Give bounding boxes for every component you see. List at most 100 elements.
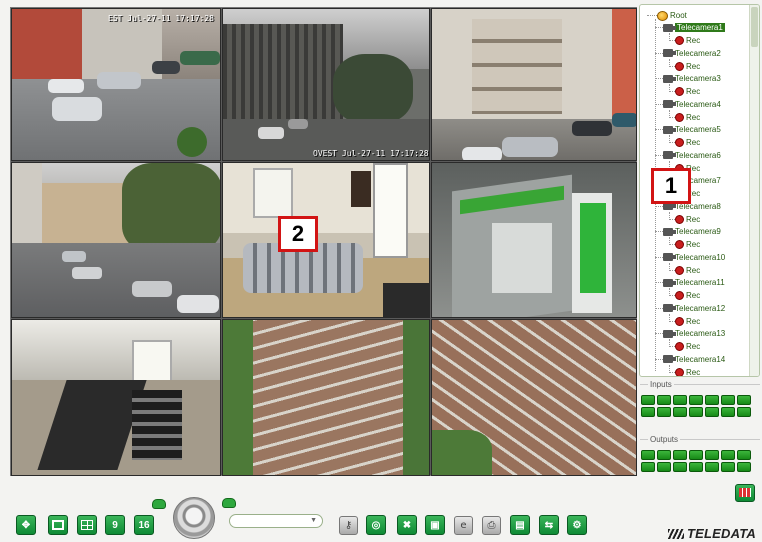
record-icon [675, 240, 684, 249]
input-led-4[interactable] [689, 395, 703, 405]
tree-scrollbar-thumb[interactable] [751, 7, 758, 47]
tree-rec-label: Rec [686, 112, 701, 122]
tree-rec-label: Rec [686, 61, 701, 71]
camera-view-7[interactable] [11, 319, 221, 476]
record-icon [675, 316, 684, 326]
input-led-7[interactable] [737, 395, 751, 405]
single-view-icon [52, 520, 64, 530]
browser-icon: e [460, 520, 467, 531]
tree-camera-5[interactable]: Telecamera5 [663, 124, 721, 135]
output-led-3[interactable] [673, 450, 687, 460]
tree-root[interactable]: Root [657, 10, 687, 21]
output-led-8[interactable] [641, 462, 655, 472]
tree-rec-label: Rec [686, 367, 701, 377]
camera-select[interactable]: ▼ [229, 514, 323, 528]
tree-camera-14[interactable]: Telecamera14 [663, 354, 725, 365]
tree-camera-13[interactable]: Telecamera13 [663, 328, 725, 339]
tree-rec-14[interactable]: Rec [675, 367, 701, 377]
tree-rec-3[interactable]: Rec [675, 86, 700, 97]
output-led-14[interactable] [737, 462, 751, 472]
alarm-panel-button[interactable] [735, 484, 755, 502]
nine-view-button[interactable]: 9 [105, 515, 125, 535]
output-led-12[interactable] [705, 462, 719, 472]
sixteen-view-button[interactable]: 16 [134, 515, 154, 535]
camera-select-indicator-icon[interactable] [222, 498, 236, 508]
camera-view-6[interactable] [431, 162, 637, 318]
switch-button[interactable]: ⇆ [539, 515, 559, 535]
output-led-6[interactable] [721, 450, 735, 460]
input-led-6[interactable] [721, 395, 735, 405]
input-led-12[interactable] [705, 407, 719, 417]
output-led-10[interactable] [673, 462, 687, 472]
snapshot-icon: ▣ [430, 519, 440, 531]
record-indicator-icon[interactable] [152, 499, 166, 509]
tree-camera-label: Telecamera10 [675, 252, 726, 262]
output-led-11[interactable] [689, 462, 703, 472]
tree-rec-10[interactable]: Rec [675, 265, 700, 276]
input-led-1[interactable] [641, 395, 655, 405]
input-led-13[interactable] [721, 407, 735, 417]
camera-icon [663, 304, 676, 312]
tree-camera-label: Telecamera3 [675, 74, 721, 83]
tree-scrollbar[interactable] [749, 5, 759, 376]
tree-rec-11[interactable]: Rec [675, 290, 700, 301]
tree-camera-label: Telecamera1 [675, 23, 725, 32]
camera-view-1[interactable]: EST Jul-27-11 17:17:28 [11, 8, 221, 161]
input-led-11[interactable] [689, 407, 703, 417]
input-led-9[interactable] [657, 407, 671, 417]
single-view-button[interactable] [48, 515, 68, 535]
tree-camera-3[interactable]: Telecamera3 [663, 73, 721, 84]
tree-camera-11[interactable]: Telecamera11 [663, 277, 725, 288]
camera-view-8[interactable] [222, 319, 430, 476]
input-led-8[interactable] [641, 407, 655, 417]
snapshot-button[interactable]: ▣ [425, 515, 445, 535]
input-led-3[interactable] [673, 395, 687, 405]
camera-icon [663, 329, 676, 338]
camera-view-5[interactable] [222, 162, 430, 318]
input-led-10[interactable] [673, 407, 687, 417]
tree-rec-13[interactable]: Rec [675, 341, 700, 352]
tree-camera-2[interactable]: Telecamera2 [663, 48, 721, 59]
output-led-7[interactable] [737, 450, 751, 460]
playback-button[interactable]: ▤ [510, 515, 530, 535]
output-led-13[interactable] [721, 462, 735, 472]
camera-view-9[interactable] [431, 319, 637, 476]
camera-icon [663, 151, 676, 159]
tree-rec-2[interactable]: Rec [675, 61, 700, 72]
tree-camera-10[interactable]: Telecamera10 [663, 252, 725, 263]
fullscreen-button[interactable]: ✥ [16, 515, 36, 535]
tree-rec-1[interactable]: Rec [675, 35, 700, 46]
tree-rec-9[interactable]: Rec [675, 239, 700, 250]
tree-camera-9[interactable]: Telecamera9 [663, 226, 721, 237]
tree-rec-label: Rec [686, 265, 701, 275]
input-led-14[interactable] [737, 407, 751, 417]
tree-camera-1[interactable]: Telecamera1 [663, 22, 725, 33]
output-led-9[interactable] [657, 462, 671, 472]
output-led-5[interactable] [705, 450, 719, 460]
tree-root-label: Root [670, 11, 687, 20]
input-led-2[interactable] [657, 395, 671, 405]
camera-view-4[interactable] [11, 162, 221, 318]
output-led-1[interactable] [641, 450, 655, 460]
callout-1: 1 [651, 168, 691, 204]
ptz-joystick[interactable] [173, 497, 215, 539]
print-button[interactable]: ⎙ [482, 516, 501, 535]
tree-camera-6[interactable]: Telecamera6 [663, 150, 721, 161]
tree-rec-4[interactable]: Rec [675, 112, 700, 123]
tree-rec-8[interactable]: Rec [675, 214, 700, 225]
input-led-5[interactable] [705, 395, 719, 405]
key-button[interactable]: ⚷ [339, 516, 358, 535]
tree-camera-4[interactable]: Telecamera4 [663, 99, 721, 110]
camera-view-3[interactable] [431, 8, 637, 161]
target-button[interactable]: ◎ [366, 515, 386, 535]
output-led-4[interactable] [689, 450, 703, 460]
tree-rec-12[interactable]: Rec [675, 316, 700, 327]
tools-button[interactable]: ✖ [397, 515, 417, 535]
output-led-2[interactable] [657, 450, 671, 460]
camera-view-2[interactable]: OVEST Jul-27-11 17:17:28 [222, 8, 430, 161]
tree-rec-5[interactable]: Rec [675, 137, 700, 148]
browser-button[interactable]: e [454, 516, 473, 535]
settings-button[interactable]: ⚙ [567, 515, 587, 535]
quad-view-button[interactable] [77, 515, 97, 535]
tree-camera-12[interactable]: Telecamera12 [663, 303, 725, 314]
